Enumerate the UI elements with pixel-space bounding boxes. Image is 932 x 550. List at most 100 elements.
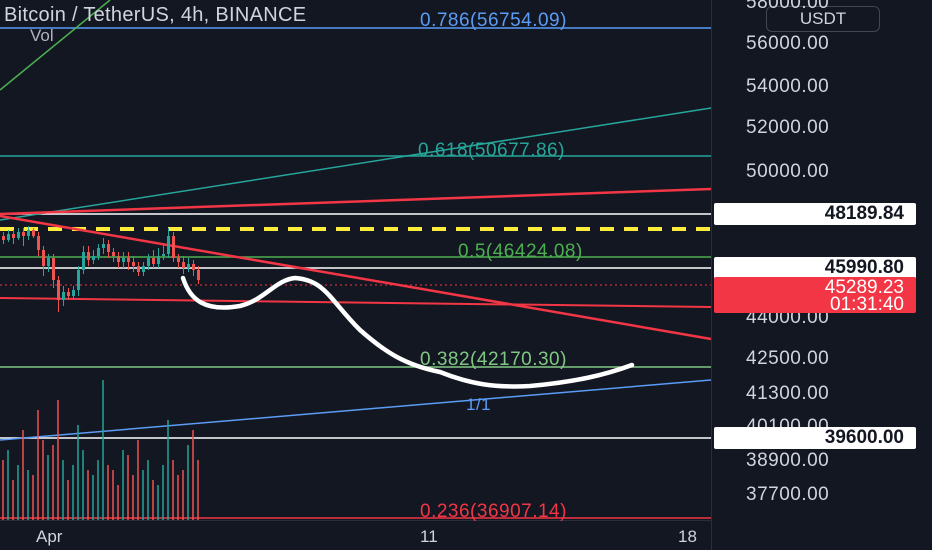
price-tick: 52000.00 — [746, 117, 830, 138]
volume-bar — [42, 440, 44, 520]
volume-bar — [137, 440, 139, 520]
green-trendline-upper — [0, 107, 712, 221]
volume-bar — [107, 465, 109, 520]
bar-countdown: 01:31:40 — [830, 294, 904, 315]
candle-body — [157, 256, 160, 264]
price-tick: 41300.00 — [746, 383, 830, 404]
volume-bar — [72, 465, 74, 520]
channel-ratio-label: 1/1 — [466, 395, 492, 414]
time-tick: 18 — [678, 527, 697, 546]
candle-body — [122, 258, 125, 262]
volume-bar — [67, 480, 69, 520]
candle-body — [102, 244, 105, 248]
volume-indicator-label[interactable]: Vol — [30, 26, 54, 46]
price-tick: 50000.00 — [746, 161, 830, 182]
volume-bar — [62, 460, 64, 520]
candle-body — [177, 258, 180, 262]
fib-label-05: 0.5(46424.08) — [458, 241, 583, 262]
price-tick: 54000.00 — [746, 76, 830, 97]
volume-bar — [167, 420, 169, 520]
volume-bar — [17, 465, 19, 520]
volume-bar — [162, 465, 164, 520]
fib-label-0618: 0.618(50677.86) — [418, 140, 565, 161]
candle-body — [77, 270, 80, 290]
volume-bar — [182, 470, 184, 520]
volume-bar — [112, 470, 114, 520]
volume-bar — [117, 485, 119, 520]
candle-body — [187, 264, 190, 268]
candle-body — [137, 266, 140, 272]
volume-bar — [152, 480, 154, 520]
candle-body — [22, 232, 25, 236]
volume-bar — [52, 445, 54, 520]
time-tick: Apr — [36, 527, 63, 546]
volume-bar — [122, 450, 124, 520]
volume-bar — [192, 430, 194, 520]
candle-body — [107, 244, 110, 252]
time-tick: 11 — [420, 527, 438, 546]
volume-bar — [127, 455, 129, 520]
candle-body — [182, 262, 185, 268]
fib-label-0382: 0.382(42170.30) — [420, 349, 567, 370]
red-trendline-descending — [0, 214, 712, 341]
volume-bar — [157, 485, 159, 520]
candle-body — [17, 232, 20, 238]
candle-body — [2, 236, 5, 240]
volume-bar — [22, 430, 24, 520]
time-axis-divider — [0, 520, 711, 521]
candle-body — [167, 236, 170, 254]
candle-body — [57, 280, 60, 300]
candle-body — [7, 234, 10, 240]
candle-body — [142, 266, 145, 272]
price-tick: 38900.00 — [746, 450, 830, 471]
volume-bar — [172, 460, 174, 520]
level-price-box[interactable]: 39600.00 — [714, 427, 916, 449]
price-tick: 42500.00 — [746, 348, 830, 369]
candle-body — [92, 256, 95, 260]
candle-body — [127, 258, 130, 262]
candle-body — [147, 258, 150, 266]
level-price-box[interactable]: 48189.84 — [714, 203, 916, 225]
volume-bar — [27, 470, 29, 520]
volume-bar — [102, 380, 104, 520]
volume-bar — [37, 410, 39, 520]
volume-bar — [132, 475, 134, 520]
level-price-box[interactable]: 45990.80 — [714, 257, 916, 279]
volume-bar — [147, 460, 149, 520]
volume-bar — [32, 475, 34, 520]
candle-body — [12, 234, 15, 238]
red-trendline-upper — [0, 187, 712, 216]
candle-body — [117, 256, 120, 262]
volume-bar — [177, 475, 179, 520]
candle-body — [132, 262, 135, 266]
price-tick: 56000.00 — [746, 33, 830, 54]
volume-bar — [77, 425, 79, 520]
candle-body — [97, 248, 100, 256]
candle-body — [112, 252, 115, 256]
volume-bar — [92, 475, 94, 520]
volume-bar — [197, 460, 199, 520]
price-axis-divider — [711, 0, 712, 550]
candle-body — [67, 292, 70, 296]
last-price-box: 45289.23 01:31:40 — [714, 277, 916, 315]
volume-bar — [187, 445, 189, 520]
candle-body — [37, 236, 40, 250]
fib-label-0786: 0.786(56754.09) — [420, 10, 567, 31]
candle-body — [32, 230, 35, 236]
price-tick: 58000.00 — [746, 0, 830, 13]
candle-body — [42, 250, 45, 266]
fib-label-0236: 0.236(36907.14) — [420, 501, 567, 522]
candle-body — [197, 270, 200, 280]
volume-bar — [82, 450, 84, 520]
candle-body — [87, 252, 90, 260]
candle-body — [52, 258, 55, 280]
volume-series — [2, 380, 199, 520]
candle-body — [82, 252, 85, 270]
volume-bar — [57, 400, 59, 520]
volume-bar — [142, 470, 144, 520]
volume-bar — [7, 450, 9, 520]
symbol-title[interactable]: Bitcoin / TetherUS, 4h, BINANCE — [4, 4, 306, 27]
candle-body — [62, 292, 65, 300]
volume-bar — [2, 460, 4, 520]
volume-bar — [47, 455, 49, 520]
